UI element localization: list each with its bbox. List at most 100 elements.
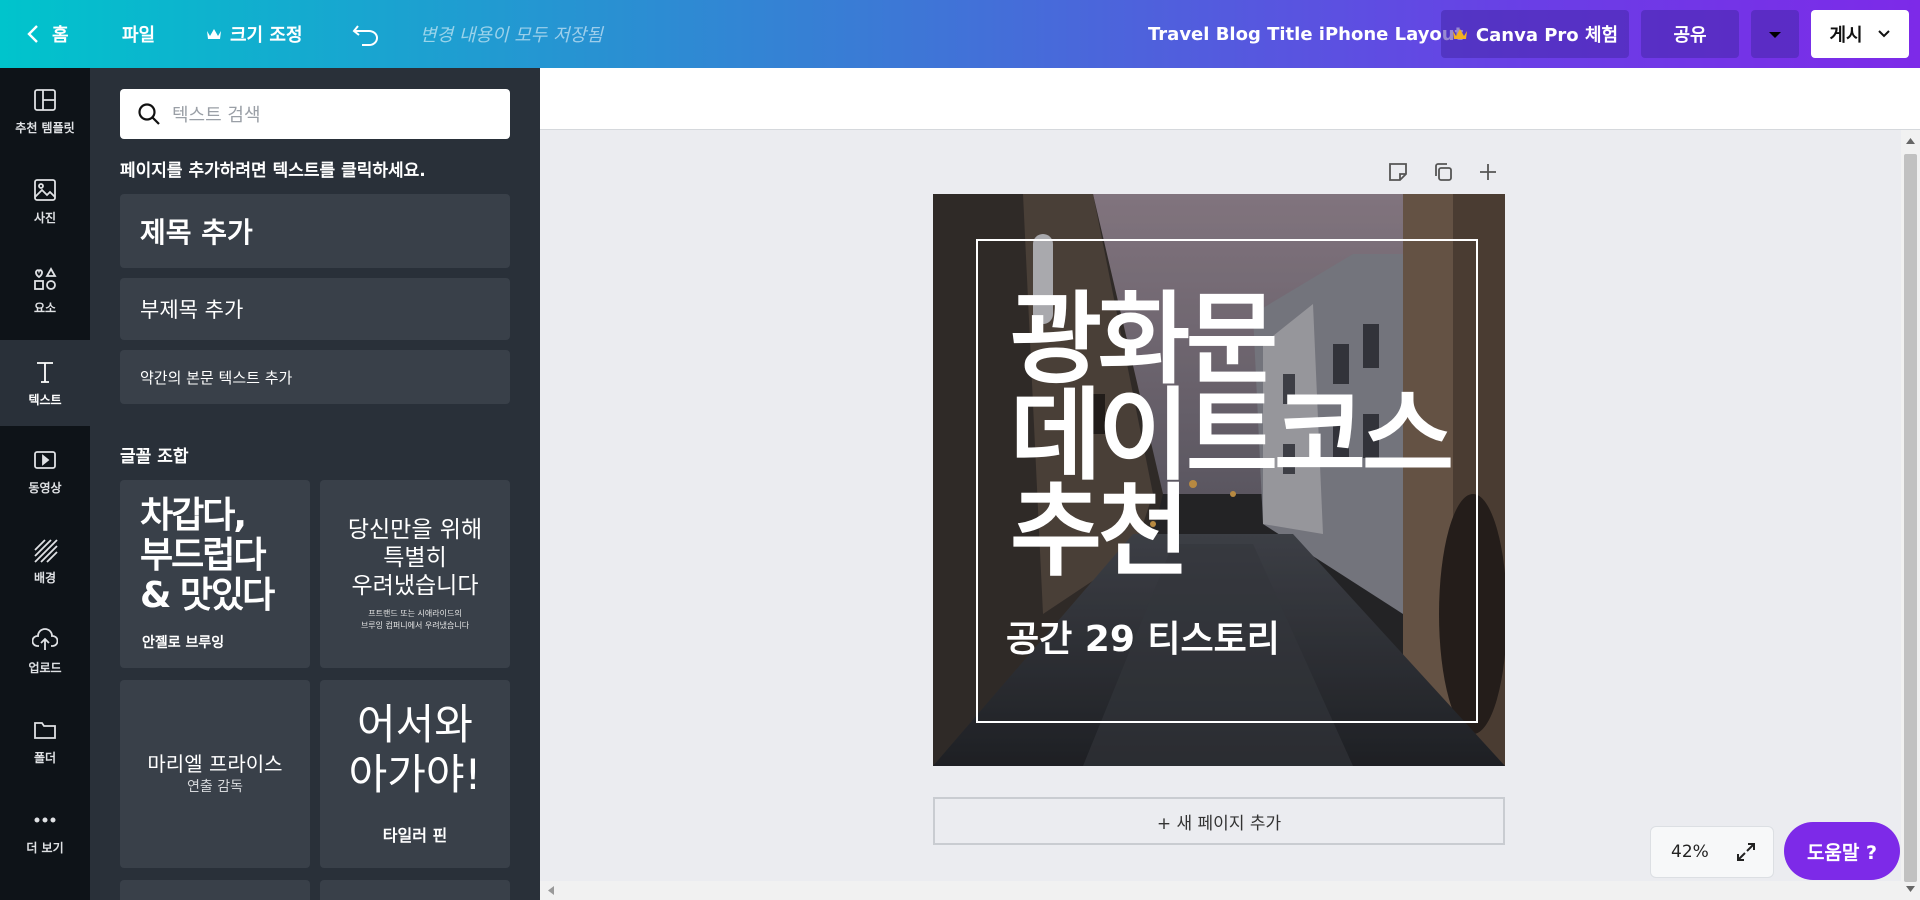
upload-icon <box>32 627 58 650</box>
font-combo-card[interactable]: 마리엘 프라이스 연출 감독 <box>120 680 310 868</box>
zoom-control[interactable]: 42% <box>1650 826 1774 878</box>
combo-caption: 타일러 핀 <box>382 826 448 845</box>
headline-line: 데이트코스 <box>1010 377 1454 494</box>
add-heading-button[interactable]: 제목 추가 <box>120 194 510 268</box>
side-rail: 추천 템플릿 사진 요소 텍스트 동영상 배경 업로드 폴더 더 보기 <box>0 68 90 900</box>
canvas-area: 광화문 데이트코스 추천 공간 29 티스토리 + 새 페이지 추가 42% 도… <box>540 68 1920 900</box>
headline-line: 광화문 <box>1010 281 1278 398</box>
more-icon <box>34 816 56 822</box>
font-combo-card[interactable]: 차갑다, 부드럽다 & 맛있다 안젤로 브루잉 <box>120 480 310 668</box>
combo-main-text: 마리엘 프라이스 <box>147 752 283 776</box>
zoom-level: 42% <box>1671 842 1709 862</box>
template-icon <box>34 88 56 111</box>
canva-pro-button[interactable]: Canva Pro 체험 <box>1441 10 1629 58</box>
file-label: 파일 <box>122 25 156 46</box>
scrollbar-thumb[interactable] <box>1904 154 1917 882</box>
text-panel: 텍스트 검색 페이지를 추가하려면 텍스트를 클릭하세요. 제목 추가 부제목 … <box>90 68 540 900</box>
add-body-label: 약간의 본문 텍스트 추가 <box>140 368 293 387</box>
note-icon <box>1389 163 1407 181</box>
folder-icon <box>34 721 56 739</box>
font-combo-card[interactable] <box>120 880 310 900</box>
page-note-button[interactable] <box>1384 158 1412 186</box>
expand-icon[interactable] <box>1735 841 1757 863</box>
search-icon <box>138 103 160 125</box>
canva-pro-label: Canva Pro 체험 <box>1475 25 1619 46</box>
add-subheading-label: 부제목 추가 <box>140 298 244 322</box>
vertical-scrollbar[interactable] <box>1901 130 1920 900</box>
video-icon <box>34 450 56 469</box>
saved-status: 변경 내용이 모두 저장됨 <box>420 25 603 46</box>
add-body-button[interactable]: 약간의 본문 텍스트 추가 <box>120 350 510 404</box>
scroll-down-icon <box>1906 886 1915 892</box>
crown-icon <box>207 29 221 39</box>
resize-label: 크기 조정 <box>230 25 303 46</box>
add-heading-label: 제목 추가 <box>140 216 253 249</box>
rail-item-text[interactable]: 텍스트 <box>0 340 90 426</box>
elements-icon <box>34 266 57 290</box>
home-button[interactable]: 홈 <box>26 0 69 68</box>
combo-caption: 연출 감독 <box>187 779 243 795</box>
font-combos-heading: 글꼴 조합 <box>120 447 189 467</box>
resize-button[interactable]: 크기 조정 <box>206 0 303 68</box>
share-button[interactable]: 공유 <box>1641 10 1739 58</box>
file-menu[interactable]: 파일 <box>122 0 155 68</box>
add-new-page-button[interactable]: + 새 페이지 추가 <box>933 797 1505 845</box>
search-input[interactable]: 텍스트 검색 <box>120 89 510 139</box>
font-combo-card[interactable]: 어서와 아가야! 타일러 핀 <box>320 680 510 868</box>
rail-label: 요소 <box>33 300 57 315</box>
font-combo-card[interactable]: 당신만을 위해 특별히 우려냈습니다 프트랜드 또는 시애라이드의 브루잉 컴퍼… <box>320 480 510 668</box>
document-title[interactable]: Travel Blog Title iPhone Layout <box>1148 0 1463 68</box>
combo-main-text: 차갑다, 부드럽다 & 맛있다 <box>140 495 275 616</box>
rail-label: 폴더 <box>33 750 57 765</box>
rail-item-photos[interactable]: 사진 <box>0 158 90 244</box>
scroll-up-icon <box>1906 138 1915 144</box>
rail-label: 추천 템플릿 <box>15 120 75 135</box>
font-combo-card[interactable] <box>320 880 510 900</box>
undo-icon <box>352 25 378 46</box>
home-label: 홈 <box>52 25 69 46</box>
publish-button[interactable]: 게시 <box>1811 10 1909 58</box>
rail-item-more[interactable]: 더 보기 <box>0 788 90 874</box>
text-icon <box>37 361 53 383</box>
duplicate-page-button[interactable] <box>1429 158 1457 186</box>
combo-caption: 안젤로 브루잉 <box>142 635 225 651</box>
rail-item-folder[interactable]: 폴더 <box>0 698 90 784</box>
rail-item-elements[interactable]: 요소 <box>0 248 90 334</box>
copy-icon <box>1435 163 1452 181</box>
download-button[interactable] <box>1751 10 1799 58</box>
add-subheading-button[interactable]: 부제목 추가 <box>120 278 510 340</box>
horizontal-scrollbar[interactable] <box>540 881 1901 900</box>
crown-icon <box>1452 29 1467 39</box>
background-icon <box>34 538 58 563</box>
rail-label: 텍스트 <box>28 392 62 407</box>
rail-label: 업로드 <box>28 660 62 675</box>
combo-main-text: 어서와 아가야! <box>348 700 482 799</box>
rail-label: 동영상 <box>28 480 62 495</box>
add-page-icon-button[interactable] <box>1474 158 1502 186</box>
search-placeholder: 텍스트 검색 <box>172 105 261 126</box>
plus-icon <box>1480 164 1496 180</box>
rail-label: 더 보기 <box>26 840 64 855</box>
download-icon <box>1766 25 1784 43</box>
top-bar: 홈 파일 크기 조정 변경 내용이 모두 저장됨 Travel Blog Tit… <box>0 0 1920 68</box>
canvas-toolbar <box>540 68 1920 130</box>
publish-label: 게시 <box>1829 25 1863 46</box>
rail-item-video[interactable]: 동영상 <box>0 428 90 514</box>
chevron-down-icon <box>1877 30 1890 38</box>
share-label: 공유 <box>1673 25 1707 46</box>
headline-line: 추천 <box>1010 473 1190 590</box>
help-button[interactable]: 도움말 ? <box>1784 822 1900 880</box>
rail-item-background[interactable]: 배경 <box>0 518 90 604</box>
combo-main-text: 당신만을 위해 특별히 우려냈습니다 <box>347 517 483 599</box>
undo-button[interactable] <box>352 0 380 68</box>
rail-label: 사진 <box>33 210 57 225</box>
scroll-left-icon <box>548 886 554 895</box>
design-page[interactable]: 광화문 데이트코스 추천 공간 29 티스토리 <box>933 194 1505 766</box>
rail-item-templates[interactable]: 추천 템플릿 <box>0 68 90 154</box>
photo-icon <box>34 178 56 201</box>
panel-hint: 페이지를 추가하려면 텍스트를 클릭하세요. <box>120 161 426 181</box>
rail-item-upload[interactable]: 업로드 <box>0 608 90 694</box>
design-subline[interactable]: 공간 29 티스토리 <box>1006 610 1280 662</box>
design-headline[interactable]: 광화문 데이트코스 추천 <box>1010 281 1454 590</box>
combo-caption: 프트랜드 또는 시애라이드의 브루잉 컴퍼니에서 우려냈습니다 <box>360 609 470 630</box>
